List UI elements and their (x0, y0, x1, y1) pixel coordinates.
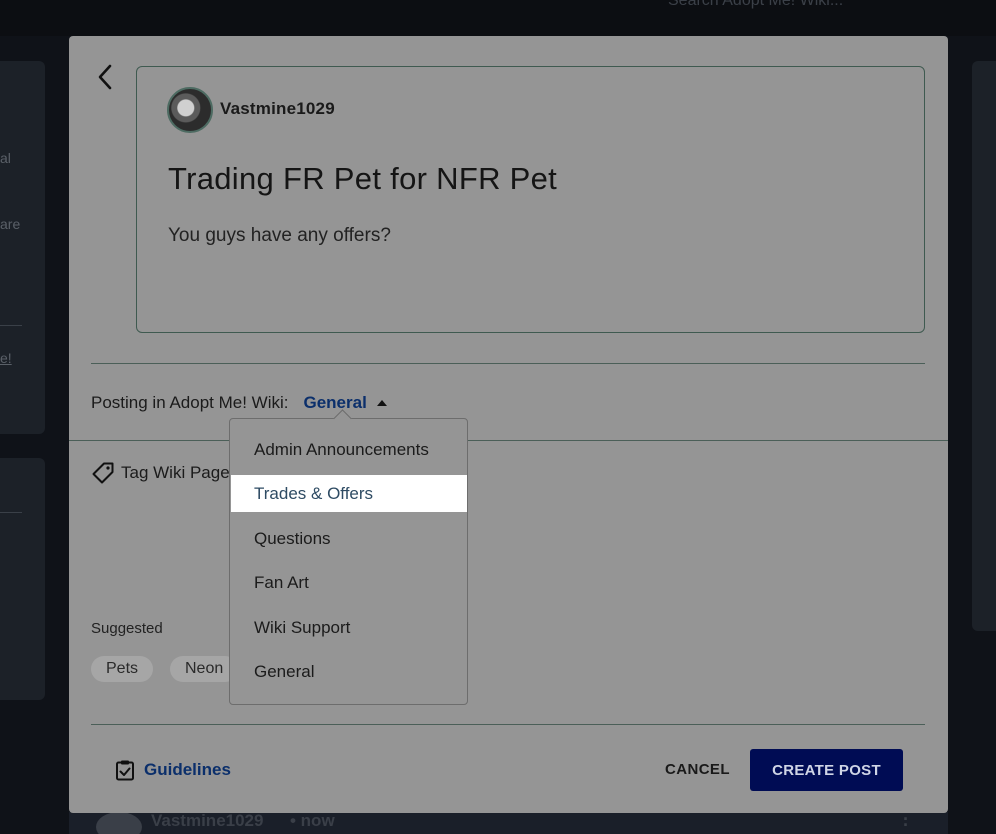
avatar (167, 87, 213, 133)
post-title[interactable]: Trading FR Pet for NFR Pet (168, 161, 557, 197)
clipboard-check-icon (115, 759, 135, 781)
chevron-left-icon (98, 64, 112, 90)
background-right-panel (972, 61, 996, 631)
tag-wiki-pages-label: Tag Wiki Pages (121, 463, 239, 482)
background-search-hint: Search Adopt Me! Wiki... (668, 0, 844, 9)
category-select-value: General (303, 393, 367, 412)
background-left-divider (0, 512, 22, 513)
post-preview-card: Vastmine1029 Trading FR Pet for NFR Pet … (136, 66, 925, 333)
category-select[interactable]: General (303, 393, 387, 413)
background-left-link: e! (0, 350, 12, 366)
category-option[interactable]: Questions (231, 520, 467, 557)
post-author: Vastmine1029 (220, 99, 335, 118)
category-dropdown: Admin Announcements Trades & Offers Ques… (229, 418, 468, 705)
suggested-tag-chip[interactable]: Neon (170, 656, 239, 682)
background-post-time: • now (290, 811, 335, 830)
divider (91, 363, 925, 364)
guidelines-label: Guidelines (144, 760, 231, 779)
caret-up-icon (376, 400, 387, 406)
background-left-text: al (0, 150, 11, 166)
cancel-button[interactable]: CANCEL (665, 761, 730, 778)
category-option[interactable]: Admin Announcements (231, 431, 467, 468)
background-left-divider (0, 325, 22, 326)
posting-in-label: Posting in Adopt Me! Wiki: (91, 393, 289, 412)
background-post-username: Vastmine1029 (151, 811, 264, 830)
back-button[interactable] (91, 62, 119, 92)
more-options-icon: · · (903, 809, 909, 834)
category-option-highlighted[interactable]: Trades & Offers (231, 475, 467, 512)
divider (91, 724, 925, 725)
category-option[interactable]: Fan Art (231, 564, 467, 601)
create-post-button[interactable]: CREATE POST (750, 749, 903, 791)
post-body[interactable]: You guys have any offers? (168, 225, 391, 247)
divider (69, 440, 948, 441)
category-option[interactable]: Wiki Support (231, 609, 467, 646)
tag-wiki-pages-row[interactable]: Tag Wiki Pages (91, 461, 238, 485)
background-left-panel (0, 61, 45, 434)
suggested-label: Suggested (91, 620, 163, 637)
suggested-tag-chip[interactable]: Pets (91, 656, 154, 682)
background-top-bar (0, 0, 996, 36)
background-left-text: are (0, 216, 21, 232)
background-left-panel-2 (0, 458, 45, 700)
tag-icon (91, 461, 115, 485)
category-option[interactable]: General (231, 653, 467, 690)
guidelines-link[interactable]: Guidelines (115, 759, 231, 781)
create-post-modal: Vastmine1029 Trading FR Pet for NFR Pet … (69, 36, 948, 813)
background-post-avatar (96, 812, 142, 834)
